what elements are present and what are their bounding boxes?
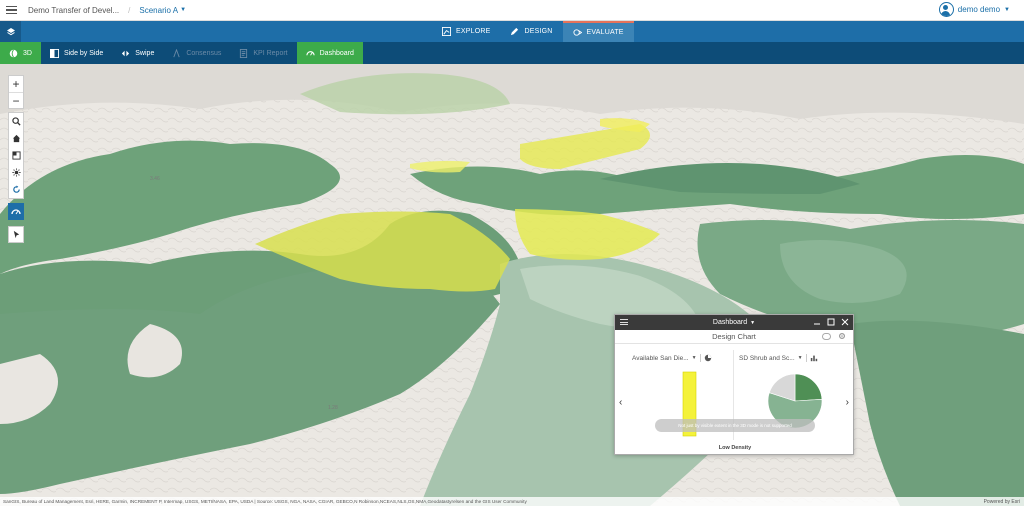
tab-evaluate[interactable]: EVALUATE	[562, 21, 634, 42]
measure-button[interactable]	[8, 203, 24, 220]
contour-label: 3.46	[150, 176, 160, 182]
top-bar: Demo Transfer of Devel... / Scenario A ▼…	[0, 0, 1024, 21]
tab-evaluate-label: EVALUATE	[586, 29, 624, 36]
breadcrumb-separator: /	[128, 5, 131, 15]
evaluate-toolbar: 3D Side by Side Swipe Consensus KPI Repo…	[0, 42, 1024, 64]
previous-chart-arrow-icon[interactable]: ‹	[619, 397, 622, 408]
pie-slice-0[interactable]	[794, 373, 823, 402]
tool-dashboard-button[interactable]: Dashboard	[296, 42, 363, 64]
pointer-icon	[13, 230, 19, 239]
dashboard-panel: Dashboard ▼ Design Chart Available San D…	[614, 314, 854, 455]
scenario-label: Scenario A	[139, 5, 179, 15]
tool-swipe-button[interactable]: Swipe	[112, 42, 163, 64]
caret-down-icon: ▼	[180, 7, 187, 13]
dashboard-header: Dashboard ▼	[615, 315, 853, 330]
explore-icon	[442, 27, 451, 36]
dashboard-icon	[305, 50, 315, 56]
hamburger-menu-icon[interactable]	[0, 0, 22, 21]
caret-down-icon: ▼	[750, 319, 756, 326]
user-avatar-icon	[938, 2, 954, 17]
zoom-out-button[interactable]: −	[9, 92, 23, 108]
search-icon	[11, 117, 21, 126]
terrain-illustration	[0, 64, 1024, 506]
basemap-gallery-icon	[11, 151, 21, 160]
layers-button[interactable]	[0, 21, 21, 42]
zoom-in-button[interactable]: +	[9, 76, 23, 92]
basemap-button[interactable]	[9, 147, 23, 164]
minimize-icon[interactable]	[813, 318, 821, 326]
maximize-icon[interactable]	[827, 318, 835, 326]
consensus-icon	[173, 48, 180, 57]
project-title[interactable]: Demo Transfer of Devel...	[28, 6, 119, 15]
main-tabs: EXPLORE DESIGN EVALUATE	[432, 21, 634, 42]
attribution-text: SanGIS, Bureau of Land Management, Esri,…	[3, 499, 527, 504]
tool-kpi-report-label: KPI Report	[253, 49, 288, 57]
tab-explore-label: EXPLORE	[456, 28, 491, 35]
dashboard-title-dropdown[interactable]: Dashboard ▼	[713, 319, 755, 326]
app-window: Demo Transfer of Devel... / Scenario A ▼…	[0, 0, 1024, 506]
gear-icon[interactable]	[838, 332, 846, 340]
main-nav: EXPLORE DESIGN EVALUATE	[0, 21, 1024, 42]
next-chart-arrow-icon[interactable]: ›	[846, 397, 849, 408]
daylight-button[interactable]	[9, 164, 23, 181]
select-button[interactable]	[8, 226, 24, 243]
map-tool-controls	[8, 112, 24, 199]
map-attribution: SanGIS, Bureau of Land Management, Esri,…	[0, 497, 1024, 506]
panel-menu-icon[interactable]	[620, 319, 628, 325]
caret-down-icon: ▼	[1004, 6, 1010, 13]
report-icon	[240, 48, 248, 58]
tab-design-label: DESIGN	[524, 28, 553, 35]
sun-icon	[11, 168, 21, 177]
tool-side-by-side-button[interactable]: Side by Side	[41, 42, 112, 64]
user-menu[interactable]: demo demo ▼	[938, 2, 1010, 17]
tool-side-by-side-label: Side by Side	[63, 49, 104, 57]
tool-consensus-button[interactable]: Consensus	[163, 42, 230, 64]
user-name: demo demo	[957, 5, 1001, 14]
split-view-icon	[49, 48, 59, 58]
chart-title: Design Chart	[712, 332, 756, 341]
tab-design[interactable]: DESIGN	[500, 21, 562, 42]
toggle-icon[interactable]	[822, 333, 831, 340]
tool-3d-button[interactable]: 3D	[0, 42, 41, 64]
layers-icon	[6, 27, 15, 35]
tool-kpi-report-button[interactable]: KPI Report	[230, 42, 296, 64]
gauge-icon	[11, 208, 21, 214]
close-icon[interactable]	[841, 318, 849, 326]
rotate-button[interactable]	[9, 181, 23, 198]
tool-3d-label: 3D	[23, 49, 32, 57]
tool-dashboard-label: Dashboard	[319, 49, 354, 57]
unsupported-tooltip: Not just by visible extent in the 3D mod…	[655, 419, 815, 432]
chart-legend-label: Low Density	[718, 445, 752, 451]
globe-icon	[9, 49, 18, 57]
powered-by-esri[interactable]: Powered by Esri	[984, 499, 1020, 505]
contour-label: 1.28	[328, 405, 338, 411]
tab-explore[interactable]: EXPLORE	[432, 21, 500, 42]
rotate-icon	[12, 185, 20, 193]
swipe-icon	[122, 50, 130, 56]
zoom-controls: + −	[8, 75, 24, 109]
scenario-dropdown[interactable]: Scenario A ▼	[139, 6, 186, 15]
dashboard-title: Dashboard	[712, 319, 748, 326]
tool-swipe-label: Swipe	[135, 49, 155, 57]
home-button[interactable]	[9, 130, 23, 147]
pencil-icon	[511, 27, 519, 36]
home-icon	[12, 134, 20, 143]
tool-consensus-label: Consensus	[186, 49, 222, 57]
chart-title-bar: Design Chart	[615, 330, 853, 344]
scene-view-map[interactable]: 3.46 1.28	[0, 64, 1024, 506]
window-controls	[813, 318, 849, 326]
evaluate-icon	[572, 29, 582, 36]
search-button[interactable]	[9, 113, 23, 130]
